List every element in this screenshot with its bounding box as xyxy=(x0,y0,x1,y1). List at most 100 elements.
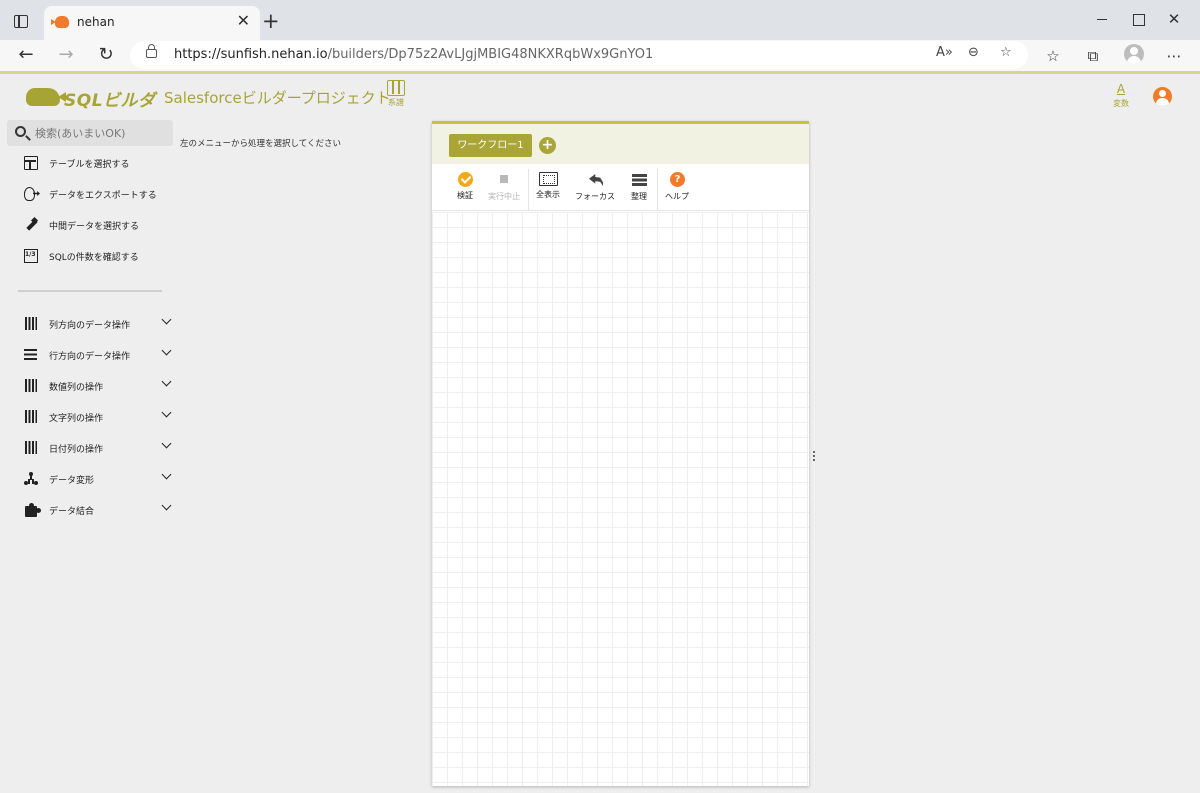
window-close-button[interactable]: ✕ xyxy=(1164,10,1184,28)
workflow-tab-bar: ワークフロー1 + xyxy=(432,124,809,164)
collections-icon[interactable]: ⧉ xyxy=(1082,45,1104,67)
add-favorite-icon[interactable]: ☆ xyxy=(1000,45,1012,60)
table-icon xyxy=(24,156,38,170)
url-field[interactable]: https://sunfish.nehan.io/builders/Dp75z2… xyxy=(130,41,1028,69)
sidebar-category-column-ops[interactable]: 列方向のデータ操作 xyxy=(22,314,172,334)
variables-button[interactable]: A 変数 xyxy=(1110,82,1132,109)
browser-tab[interactable]: nehan ✕ xyxy=(44,6,260,40)
chevron-down-icon[interactable] xyxy=(161,409,171,419)
lineage-label: 系譜 xyxy=(388,98,404,107)
sidebar-item-label: テーブルを選択する xyxy=(49,160,130,170)
arrange-list-icon xyxy=(630,172,648,188)
header-accent-line xyxy=(0,71,1200,74)
back-arrow-icon[interactable]: ← xyxy=(14,43,38,67)
add-workflow-icon[interactable]: + xyxy=(539,137,556,154)
url-host: https://sunfish.nehan.io xyxy=(174,47,328,62)
arrange-button[interactable]: 整理 xyxy=(628,170,650,208)
chevron-down-icon[interactable] xyxy=(161,440,171,450)
variable-icon: A xyxy=(1116,82,1126,96)
sidebar-category-numeric-ops[interactable]: 数値列の操作 xyxy=(22,376,172,396)
chevron-down-icon[interactable] xyxy=(161,347,171,357)
chevron-down-icon[interactable] xyxy=(161,378,171,388)
sidebar-item-label: SQLの件数を確認する xyxy=(49,253,139,263)
sidebar-item-label: データをエクスポートする xyxy=(49,191,157,201)
more-options-icon[interactable]: ⋯ xyxy=(1163,45,1185,67)
window-maximize-button[interactable] xyxy=(1128,10,1148,28)
check-circle-icon xyxy=(457,172,473,187)
app-logo[interactable]: SQLビルダー xyxy=(26,84,156,136)
sidebar-item-export-data[interactable]: データをエクスポートする xyxy=(22,184,172,204)
tab-actions-icon[interactable] xyxy=(10,10,34,34)
url-path: /builders/Dp75z2AvLJgjMBIG48NKXRqbWx9GnY… xyxy=(327,47,654,62)
favorites-icon[interactable]: ☆ xyxy=(1042,45,1064,67)
sidebar-divider xyxy=(18,290,162,292)
lock-icon[interactable] xyxy=(146,44,157,58)
chevron-down-icon[interactable] xyxy=(161,316,171,326)
mascot-logo-icon xyxy=(26,88,60,106)
workflow-canvas[interactable] xyxy=(432,212,809,786)
fish-favicon-icon xyxy=(55,16,69,28)
sidebar-category-label: 数値列の操作 xyxy=(49,383,104,393)
sidebar-category-label: 日付列の操作 xyxy=(49,445,104,455)
search-box[interactable] xyxy=(7,120,173,146)
sidebar-item-select-table[interactable]: テーブルを選択する xyxy=(22,153,172,173)
sidebar-item-select-intermediate[interactable]: 中間データを選択する xyxy=(22,215,172,235)
sidebar-category-label: 列方向のデータ操作 xyxy=(49,321,131,331)
project-title: Salesforceビルダープロジェクト xyxy=(164,89,391,107)
address-bar: ← → ↻ https://sunfish.nehan.io/builders/… xyxy=(0,40,1200,71)
search-input[interactable] xyxy=(35,124,167,142)
map-icon xyxy=(387,80,405,96)
sidebar-item-sql-count[interactable]: SQLの件数を確認する xyxy=(22,246,172,266)
sidebar-item-label: 中間データを選択する xyxy=(49,222,140,232)
url-text[interactable]: https://sunfish.nehan.io/builders/Dp75z2… xyxy=(174,47,653,62)
validate-button[interactable]: 検証 xyxy=(452,170,478,208)
help-icon xyxy=(668,172,686,188)
sidebar-category-join[interactable]: データ結合 xyxy=(22,500,172,520)
account-icon[interactable] xyxy=(1153,87,1172,106)
browser-tab-bar: nehan ✕ + ✕ xyxy=(0,0,1200,40)
read-aloud-icon[interactable]: A» xyxy=(936,45,953,60)
forward-arrow-icon[interactable]: → xyxy=(54,43,78,67)
columns-icon xyxy=(24,317,38,331)
variables-label: 変数 xyxy=(1113,99,1129,108)
new-tab-icon[interactable]: + xyxy=(262,10,280,32)
reload-icon[interactable]: ↻ xyxy=(94,43,118,67)
window-minimize-button[interactable] xyxy=(1092,10,1112,28)
sidebar-category-label: 行方向のデータ操作 xyxy=(49,352,131,362)
puzzle-icon xyxy=(24,503,38,517)
plug-icon xyxy=(24,218,38,232)
export-icon xyxy=(24,187,35,201)
chevron-down-icon[interactable] xyxy=(161,502,171,512)
rows-icon xyxy=(24,348,38,362)
workflow-panel: ワークフロー1 + 検証 実行中止 全表示 フォーカス 整理 ヘルプ xyxy=(432,121,809,786)
sidebar-category-row-ops[interactable]: 行方向のデータ操作 xyxy=(22,345,172,365)
toolbar-label: 実行中止 xyxy=(488,192,520,201)
fit-screen-icon xyxy=(538,172,558,186)
sidebar-category-date-ops[interactable]: 日付列の操作 xyxy=(22,438,172,458)
tab-close-icon[interactable]: ✕ xyxy=(237,12,250,30)
toolbar-label: フォーカス xyxy=(575,192,615,201)
focus-button[interactable]: フォーカス xyxy=(573,170,617,208)
select-process-hint: 左のメニューから処理を選択してください xyxy=(180,139,341,149)
focus-arrow-icon xyxy=(586,172,604,188)
toolbar-separator xyxy=(657,169,658,211)
help-button[interactable]: ヘルプ xyxy=(663,170,691,208)
chevron-down-icon[interactable] xyxy=(161,471,171,481)
zoom-out-icon[interactable]: ⊖ xyxy=(968,45,979,60)
toolbar-label: ヘルプ xyxy=(665,192,689,201)
workflow-toolbar: 検証 実行中止 全表示 フォーカス 整理 ヘルプ xyxy=(432,164,809,211)
sidebar-category-string-ops[interactable]: 文字列の操作 xyxy=(22,407,172,427)
workflow-tab[interactable]: ワークフロー1 xyxy=(449,134,532,157)
sidebar-category-transform[interactable]: データ変形 xyxy=(22,469,172,489)
columns-icon xyxy=(24,410,38,424)
sidebar-category-label: データ結合 xyxy=(49,507,95,517)
toolbar-label: 整理 xyxy=(631,192,647,201)
stop-execution-button[interactable]: 実行中止 xyxy=(487,170,521,208)
columns-icon xyxy=(24,379,38,393)
count-icon xyxy=(24,249,38,263)
tab-title: nehan xyxy=(77,15,115,29)
lineage-button[interactable]: 系譜 xyxy=(385,80,407,108)
panel-resize-handle-icon[interactable] xyxy=(812,451,816,461)
fit-all-button[interactable]: 全表示 xyxy=(534,170,562,208)
browser-profile-avatar[interactable] xyxy=(1124,44,1144,64)
